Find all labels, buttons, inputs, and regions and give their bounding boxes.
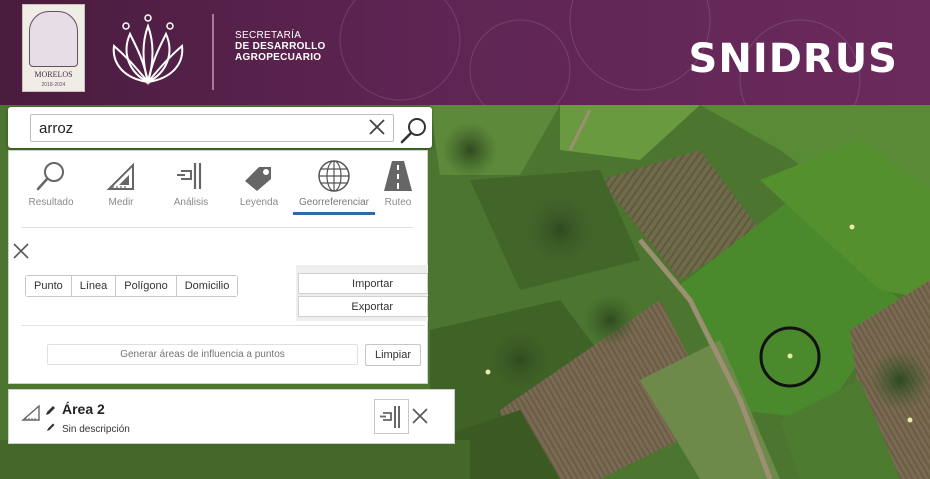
edit-title-pencil-icon[interactable] xyxy=(45,404,56,416)
tab-resultado[interactable]: Resultado xyxy=(21,151,81,215)
secretaria-label: SECRETARÍA DE DESARROLLO AGROPECUARIO xyxy=(235,30,326,63)
import-button[interactable]: Importar xyxy=(298,273,428,294)
draw-address-button[interactable]: Domicilio xyxy=(176,276,238,296)
app-header: MORELOS 2018-2024 SECRETARÍA DE DESARROL… xyxy=(0,0,930,105)
tab-label: Medir xyxy=(108,197,134,208)
analysis-icon xyxy=(380,406,400,428)
export-button[interactable]: Exportar xyxy=(298,296,428,317)
road-icon xyxy=(384,161,412,191)
tab-georreferenciar[interactable]: Georreferenciar xyxy=(293,151,375,215)
globe-icon xyxy=(318,160,350,192)
edit-description-pencil-icon[interactable] xyxy=(46,422,56,432)
close-icon[interactable] xyxy=(410,406,430,426)
close-icon[interactable] xyxy=(12,242,30,260)
tag-icon xyxy=(245,167,271,191)
search-icon[interactable] xyxy=(399,115,429,145)
secretaria-line-3: AGROPECUARIO xyxy=(235,52,322,63)
draw-polygon-button[interactable]: Polígono xyxy=(116,276,177,296)
draw-line-button[interactable]: Línea xyxy=(71,276,117,296)
draw-type-buttons: Punto Línea Polígono Domicilio xyxy=(25,275,239,297)
tools-panel: Resultado Medir Análisis Leyenda Georref… xyxy=(8,150,428,384)
tab-label: Ruteo xyxy=(384,197,412,208)
secretaria-line-1: SECRETARÍA xyxy=(235,30,302,41)
shield-caption: MORELOS xyxy=(34,70,73,79)
tab-medir[interactable]: Medir xyxy=(91,151,151,215)
clear-search-icon[interactable] xyxy=(366,116,388,138)
brand-title: SNIDRUS xyxy=(688,36,898,82)
shield-years: 2018-2024 xyxy=(41,82,66,88)
area-title: Área 2 xyxy=(62,401,105,417)
panel-divider xyxy=(21,325,425,326)
clear-button[interactable]: Limpiar xyxy=(365,344,421,366)
tab-ruteo[interactable]: Ruteo xyxy=(375,151,421,215)
secretaria-line-2: DE DESARROLLO xyxy=(235,41,326,52)
area-card: Área 2 Sin descripción xyxy=(8,389,455,444)
lotus-logo-icon xyxy=(112,14,184,86)
magnifier-icon xyxy=(36,162,64,191)
tool-tabs: Resultado Medir Análisis Leyenda Georref… xyxy=(9,151,429,215)
import-export-group: Importar Exportar xyxy=(296,265,428,321)
active-tab-underline xyxy=(293,212,375,215)
search-input[interactable] xyxy=(30,114,394,142)
shield-emblem xyxy=(29,11,78,67)
morelos-shield-logo: MORELOS 2018-2024 xyxy=(22,4,85,92)
ruler-triangle-icon xyxy=(106,162,134,190)
tab-label: Georreferenciar xyxy=(298,197,370,208)
buffer-input[interactable] xyxy=(47,344,358,365)
search-bar xyxy=(8,107,432,148)
panel-divider xyxy=(21,227,413,228)
draw-point-button[interactable]: Punto xyxy=(26,276,72,296)
tab-label: Leyenda xyxy=(239,197,279,208)
tab-label: Resultado xyxy=(28,197,74,208)
analysis-icon xyxy=(177,163,202,189)
tab-leyenda[interactable]: Leyenda xyxy=(229,151,289,215)
area-analysis-button[interactable] xyxy=(374,399,409,434)
area-description: Sin descripción xyxy=(62,424,130,435)
tab-analisis[interactable]: Análisis xyxy=(161,151,221,215)
header-divider xyxy=(212,14,214,90)
polygon-measure-icon xyxy=(21,404,40,421)
tab-label: Análisis xyxy=(173,197,209,208)
